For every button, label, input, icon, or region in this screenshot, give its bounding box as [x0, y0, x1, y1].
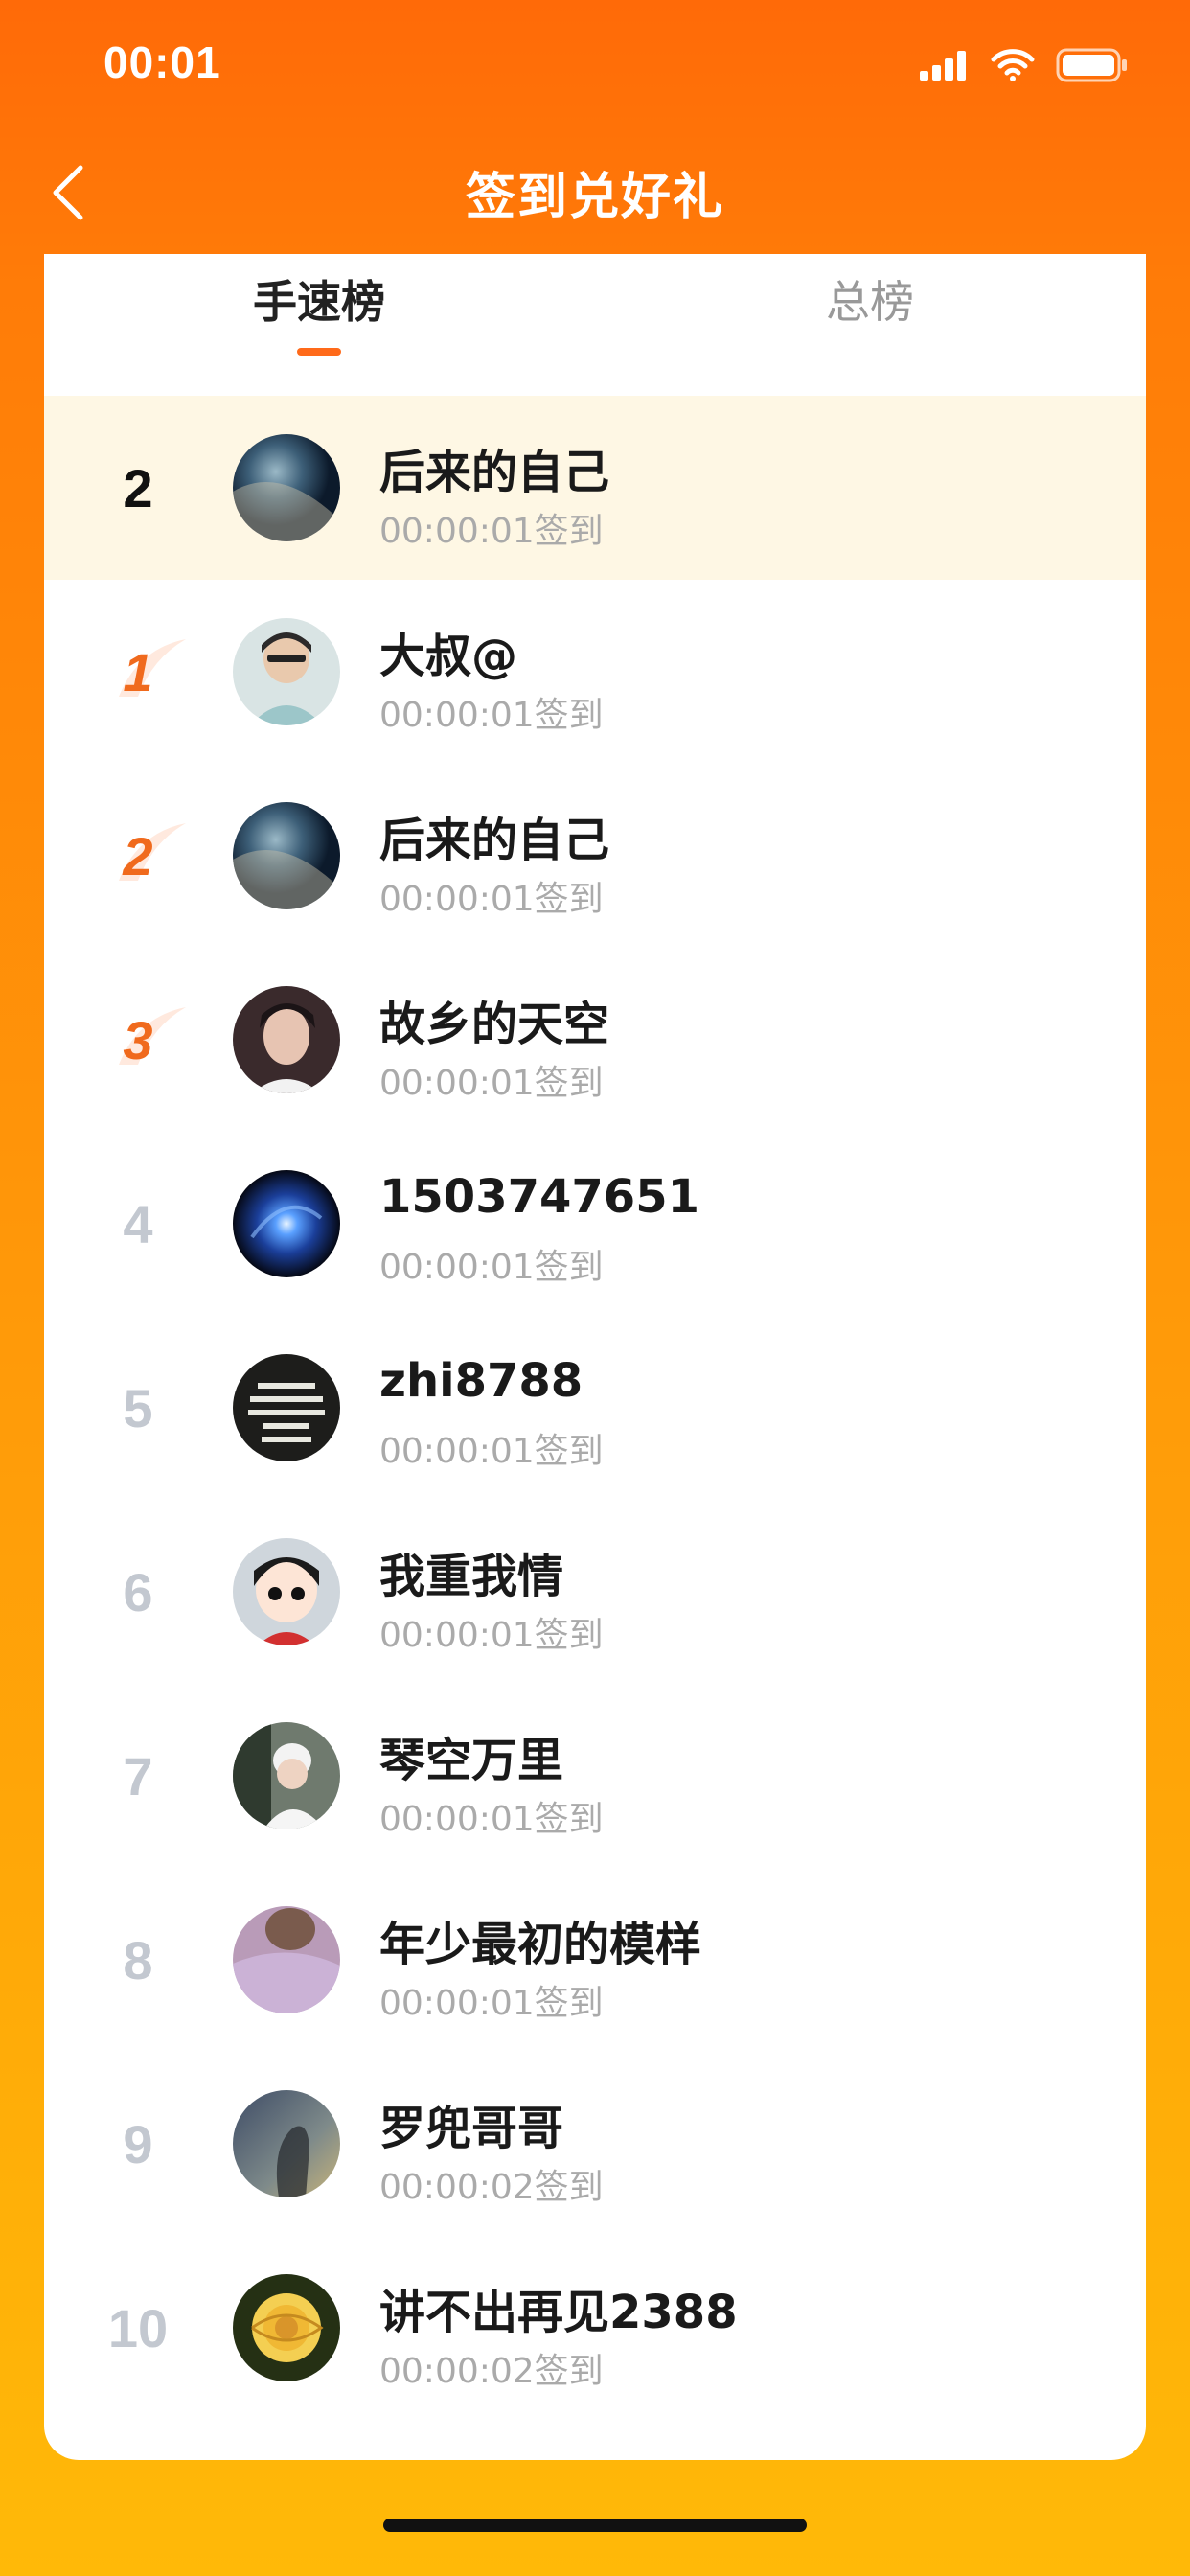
- user-name: 罗兜哥哥: [379, 2102, 564, 2155]
- my-rank-name: 后来的自己: [379, 446, 610, 499]
- rank-number: 3: [123, 1009, 153, 1070]
- signal-icon: [920, 51, 966, 80]
- avatar: [233, 434, 340, 541]
- list-item[interactable]: 2 后来的自己 00:00:01签到: [44, 764, 1146, 948]
- avatar: [233, 2090, 340, 2197]
- list-item[interactable]: 5 zhi8788 00:00:01签到: [44, 1316, 1146, 1500]
- rank-number: 2: [123, 825, 153, 886]
- home-indicator: [383, 2518, 807, 2532]
- user-name: 我重我情: [379, 1550, 564, 1603]
- checkin-time: 00:00:01签到: [379, 1432, 604, 1471]
- list-item[interactable]: 4 1503747651 00:00:01签到: [44, 1132, 1146, 1316]
- user-name: 后来的自己: [379, 814, 610, 867]
- tab-total-ranking[interactable]: 总榜: [826, 267, 914, 331]
- checkin-time: 00:00:01签到: [379, 1984, 604, 2023]
- tab-speed-label: 手速榜: [253, 276, 385, 328]
- rank-number: 4: [123, 1193, 153, 1254]
- tab-active-indicator: [297, 348, 341, 356]
- wifi-icon: [991, 49, 1035, 81]
- user-name: zhi8788: [379, 1354, 584, 1408]
- checkin-time: 00:00:01签到: [379, 880, 604, 919]
- battery-icon: [1056, 48, 1127, 82]
- avatar: [233, 986, 340, 1093]
- rank-number: 9: [123, 2113, 153, 2174]
- nav-bar: 签到兑好礼: [0, 129, 1190, 254]
- list-item[interactable]: 1 大叔@ 00:00:01签到: [44, 580, 1146, 764]
- list-item[interactable]: 8 年少最初的模样 00:00:01签到: [44, 1868, 1146, 2052]
- tab-speed-ranking[interactable]: 手速榜: [253, 267, 385, 356]
- checkin-time: 00:00:01签到: [379, 1064, 604, 1103]
- avatar: [233, 1354, 340, 1461]
- checkin-time: 00:00:01签到: [379, 696, 604, 735]
- status-bar: 00:01: [0, 0, 1190, 129]
- avatar: [233, 1170, 340, 1277]
- avatar: [233, 1538, 340, 1645]
- rank-number: 5: [123, 1377, 153, 1438]
- user-name: 大叔@: [379, 630, 518, 683]
- list-item[interactable]: 3 故乡的天空 00:00:01签到: [44, 948, 1146, 1132]
- rank-number: 8: [123, 1929, 153, 1990]
- user-name: 年少最初的模样: [379, 1918, 702, 1971]
- my-rank-row[interactable]: 2 后来的自己 00:00:01签到: [44, 396, 1146, 580]
- rank-number: 1: [123, 641, 153, 702]
- my-rank-time: 00:00:01签到: [379, 512, 604, 551]
- status-icons: [920, 46, 1129, 84]
- tab-bar: 手速榜 总榜: [44, 254, 1146, 396]
- checkin-time: 00:00:02签到: [379, 2168, 604, 2207]
- list-item[interactable]: 6 我重我情 00:00:01签到: [44, 1500, 1146, 1684]
- avatar: [233, 1722, 340, 1829]
- avatar: [233, 1906, 340, 2013]
- avatar: [233, 618, 340, 725]
- page-title: 签到兑好礼: [465, 169, 724, 226]
- checkin-time: 00:00:01签到: [379, 1800, 604, 1839]
- user-name: 讲不出再见2388: [379, 2286, 738, 2339]
- user-name: 故乡的天空: [379, 998, 610, 1051]
- avatar: [233, 2274, 340, 2381]
- rank-number: 10: [107, 2297, 169, 2358]
- list-item[interactable]: 10 讲不出再见2388 00:00:02签到: [44, 2236, 1146, 2420]
- tab-total-label: 总榜: [826, 276, 914, 328]
- my-rank-number: 2: [123, 457, 153, 518]
- list-item[interactable]: 7 琴空万里 00:00:01签到: [44, 1684, 1146, 1868]
- checkin-time: 00:00:01签到: [379, 1616, 604, 1655]
- list-item[interactable]: 9 罗兜哥哥 00:00:02签到: [44, 2052, 1146, 2236]
- user-name: 1503747651: [379, 1170, 699, 1224]
- checkin-time: 00:00:01签到: [379, 1248, 604, 1287]
- rank-number: 6: [123, 1561, 153, 1622]
- leaderboard-card: 手速榜 总榜 2 后来的自己 00:00:01签到 1 大叔@ 00:00:01…: [44, 254, 1146, 2460]
- status-time: 00:01: [103, 37, 221, 87]
- user-name: 琴空万里: [379, 1734, 564, 1787]
- rank-number: 7: [123, 1745, 153, 1806]
- checkin-time: 00:00:02签到: [379, 2352, 604, 2391]
- avatar: [233, 802, 340, 909]
- ranking-list: 1 大叔@ 00:00:01签到 2 后来的自己 00:00:01签到 3 故乡…: [44, 580, 1146, 2420]
